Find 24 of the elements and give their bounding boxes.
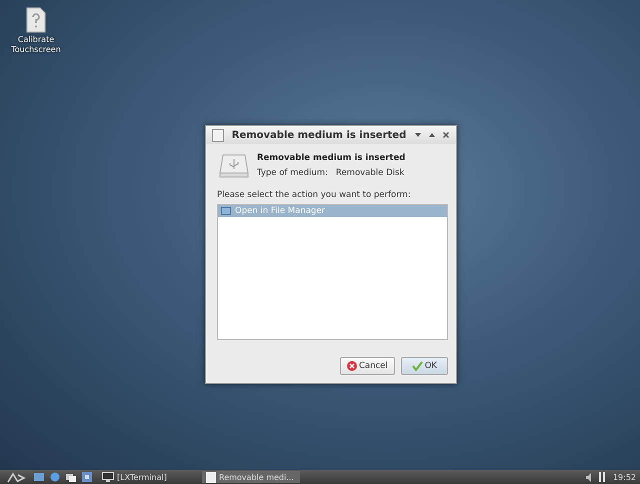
taskbar-button[interactable]: Removable medi... <box>202 471 300 483</box>
windows-icon[interactable] <box>66 472 76 482</box>
window-icon <box>212 128 224 142</box>
cancel-icon <box>346 361 357 371</box>
medium-label: Type of medium: <box>257 168 328 178</box>
medium-value: Removable Disk <box>336 168 404 178</box>
taskbar-button[interactable]: [LXTerminal] <box>98 471 196 483</box>
menu-caret-icon[interactable] <box>414 131 422 139</box>
usb-drive-icon <box>219 152 249 178</box>
prompt-text: Please select the action you want to perform: <box>217 190 412 200</box>
maximize-icon[interactable] <box>428 131 436 139</box>
check-icon <box>412 361 423 371</box>
monitor-icon <box>102 472 114 482</box>
clock[interactable]: 19:52 <box>612 472 636 482</box>
window-title: Removable medium is inserted <box>230 130 408 140</box>
dialog-heading: Removable medium is inserted <box>257 152 406 162</box>
ok-button[interactable]: OK <box>400 357 448 375</box>
close-icon[interactable] <box>442 131 450 139</box>
start-menu-icon[interactable] <box>6 472 28 482</box>
volume-icon[interactable] <box>586 472 592 482</box>
unknown-file-icon[interactable] <box>25 7 47 33</box>
window-icon <box>206 472 216 482</box>
cancel-button[interactable]: Cancel <box>340 357 395 375</box>
desktop-icon-label[interactable]: Calibrate Touchscreen <box>8 35 64 54</box>
